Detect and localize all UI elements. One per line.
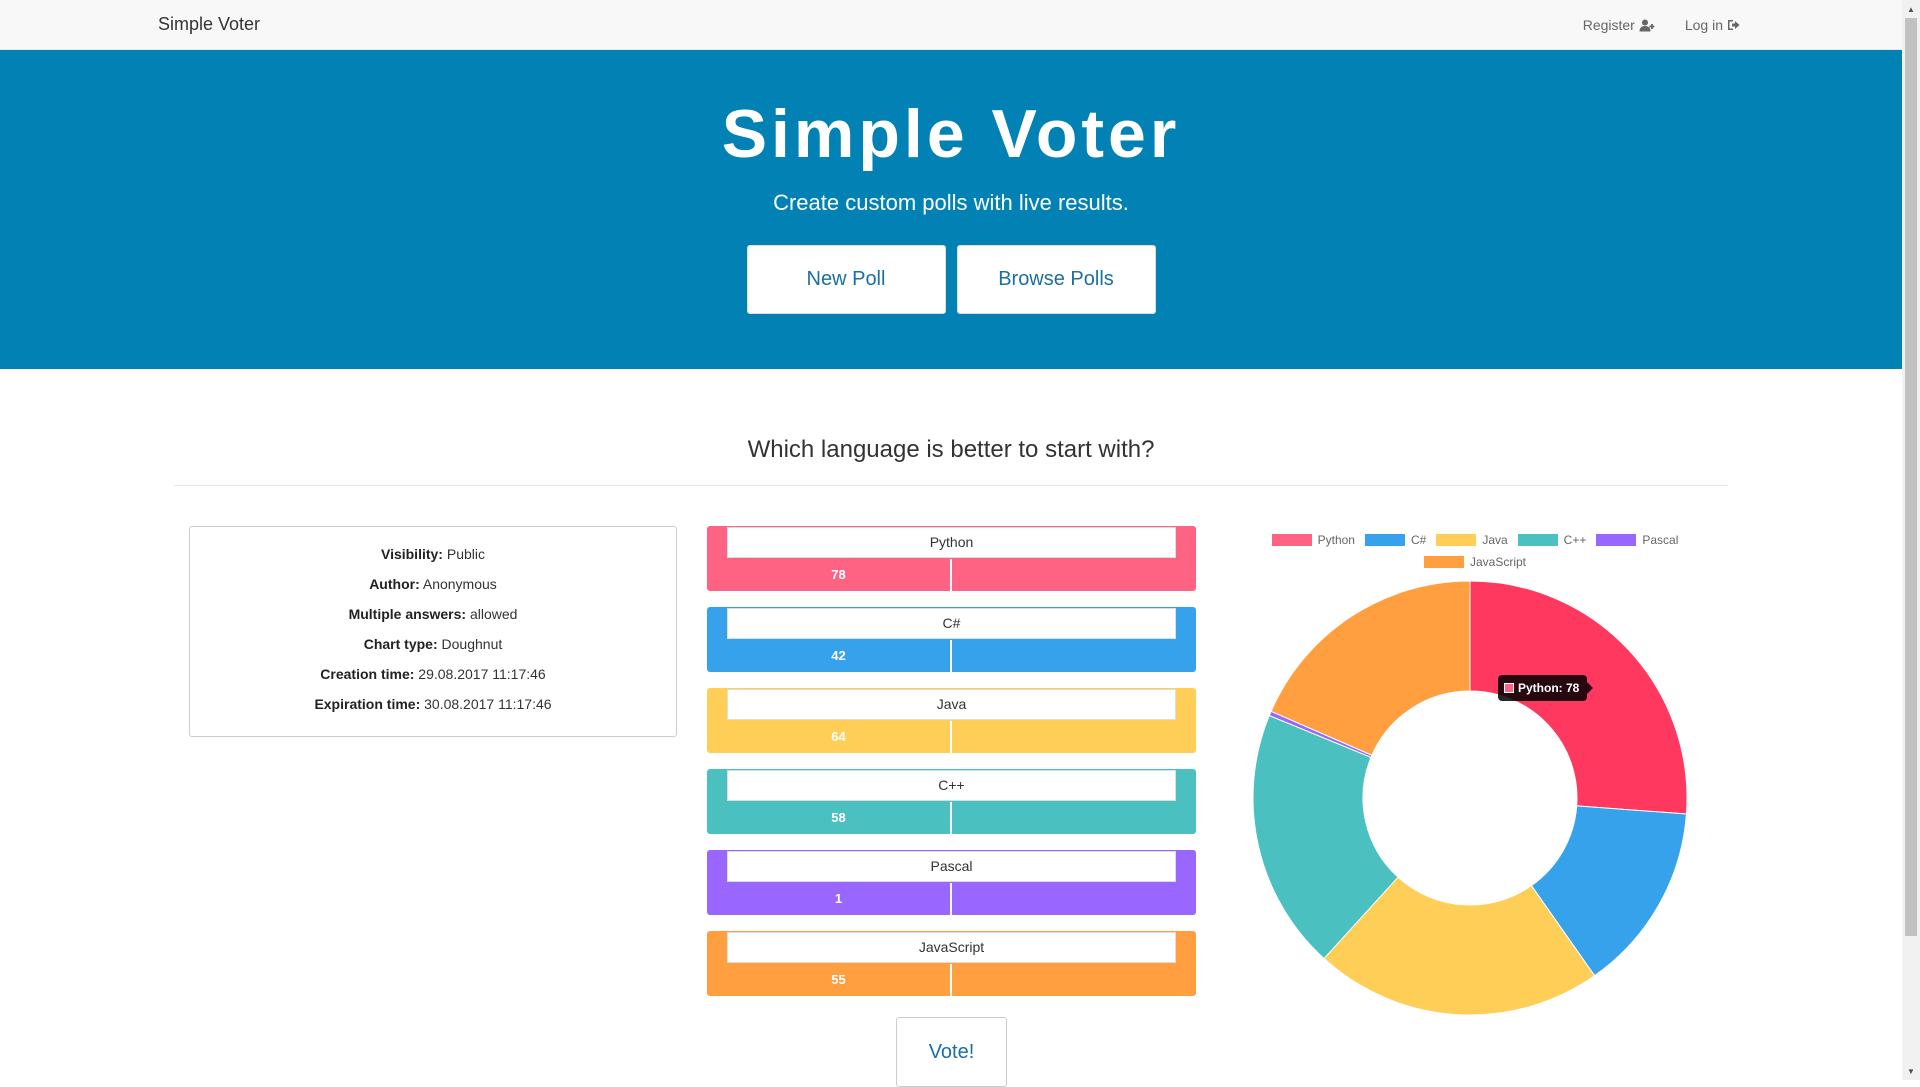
legend-label: Java (1482, 533, 1508, 547)
option-vote-count: 42 (831, 648, 846, 663)
info-key: Visibility: (380, 546, 443, 562)
option-cpp[interactable]: C++ 58 (707, 769, 1196, 834)
legend-swatch (1271, 534, 1312, 546)
info-value: Public (446, 546, 485, 562)
scroll-thumb[interactable] (1905, 18, 1917, 936)
new-poll-button[interactable]: New Poll (746, 245, 946, 314)
legend-label: Python (1317, 533, 1355, 547)
poll-options: Python 78 C# 42 Java 64 C++ 58 Pascal 1 … (707, 526, 1196, 1012)
hero: Simple Voter Create custom polls with li… (0, 50, 1902, 369)
scrollbar[interactable]: ▲ ▼ (1902, 0, 1920, 1080)
hero-buttons: New Poll Browse Polls (0, 245, 1902, 314)
legend-label: C++ (1563, 533, 1587, 547)
info-value: 30.08.2017 11:17:46 (424, 696, 552, 712)
navbar-brand[interactable]: Simple Voter (158, 14, 260, 35)
legend-item[interactable]: C++ (1517, 532, 1587, 548)
info-row-expiration-time: Expiration time: 30.08.2017 11:17:46 (190, 693, 676, 723)
info-row-visibility: Visibility: Public (190, 543, 676, 573)
legend-item[interactable]: JavaScript (1423, 554, 1527, 570)
hero-lead: Create custom polls with live results. (773, 190, 1129, 215)
info-key: Multiple answers: (348, 606, 467, 622)
option-divider (950, 559, 952, 591)
register-label: Register (1582, 17, 1635, 33)
legend-item[interactable]: Pascal (1596, 532, 1678, 548)
legend-item[interactable]: Python (1271, 532, 1355, 548)
info-value: Anonymous (422, 576, 497, 592)
tooltip-swatch (1504, 683, 1514, 693)
login-link[interactable]: Log in (1685, 17, 1740, 33)
info-value: 29.08.2017 11:17:46 (418, 666, 546, 682)
option-vote-count: 58 (831, 810, 846, 825)
option-divider (950, 883, 952, 915)
option-vote-count: 55 (831, 972, 846, 987)
option-divider (950, 640, 952, 672)
option-vote-count: 1 (834, 891, 843, 906)
option-pascal[interactable]: Pascal 1 (707, 850, 1196, 915)
option-label: Java (727, 689, 1176, 720)
option-vote-count: 64 (831, 729, 846, 744)
info-row-creation-time: Creation time: 29.08.2017 11:17:46 (190, 663, 676, 693)
legend-swatch (1596, 534, 1637, 546)
navbar-links: Register Log in (1583, 17, 1740, 33)
scroll-down-icon[interactable]: ▼ (1902, 1062, 1920, 1080)
vote-button[interactable]: Vote! (896, 1017, 1007, 1087)
option-divider (950, 802, 952, 834)
doughnut-chart: Python C# Java C++ Pascal JavaScript Python: … (1240, 520, 1710, 1020)
register-link[interactable]: Register (1583, 17, 1655, 33)
poll-info-box: Visibility: Public Author: Anonymous Mul… (189, 526, 677, 737)
info-key: Chart type: (363, 636, 438, 652)
divider (174, 485, 1728, 486)
info-row-chart-type: Chart type: Doughnut (190, 633, 676, 663)
navbar: Simple Voter Register Log in (0, 0, 1902, 50)
legend-item[interactable]: Java (1436, 532, 1508, 548)
legend-item[interactable]: C# (1364, 532, 1427, 548)
option-divider (950, 721, 952, 753)
info-value: allowed (469, 606, 518, 622)
legend-label: JavaScript (1469, 555, 1527, 569)
option-javascript[interactable]: JavaScript 55 (707, 931, 1196, 996)
option-label: JavaScript (727, 932, 1176, 963)
info-key: Author: (369, 576, 420, 592)
chart-legend: Python C# Java C++ Pascal JavaScript (1240, 532, 1710, 570)
legend-swatch (1364, 534, 1405, 546)
login-label: Log in (1684, 17, 1723, 33)
sign-in-icon (1728, 20, 1740, 30)
scroll-up-icon[interactable]: ▲ (1902, 0, 1920, 18)
browse-polls-button[interactable]: Browse Polls (956, 245, 1156, 314)
chart-tooltip: Python: 78 (1498, 675, 1594, 701)
tooltip-text: Python: 78 (1518, 681, 1580, 695)
info-row-author: Author: Anonymous (190, 573, 676, 603)
option-java[interactable]: Java 64 (707, 688, 1196, 753)
info-key: Expiration time: (314, 696, 421, 712)
legend-swatch (1423, 556, 1464, 568)
option-csharp[interactable]: C# 42 (707, 607, 1196, 672)
chart-svg (1252, 580, 1688, 1016)
option-label: Python (727, 527, 1176, 558)
option-label: C# (727, 608, 1176, 639)
info-value: Doughnut (441, 636, 503, 652)
poll-question: Which language is better to start with? (747, 436, 1155, 463)
legend-swatch (1517, 534, 1558, 546)
option-vote-count: 78 (831, 567, 846, 582)
info-key: Creation time: (320, 666, 415, 682)
hero-title: Simple Voter (721, 96, 1181, 172)
option-divider (950, 964, 952, 996)
legend-label: C# (1410, 533, 1427, 547)
option-label: Pascal (727, 851, 1176, 882)
page: Simple Voter Register Log in Simple Vote… (0, 0, 1902, 1087)
option-label: C++ (727, 770, 1176, 801)
legend-swatch (1436, 534, 1477, 546)
info-row-multiple-answers: Multiple answers: allowed (190, 603, 676, 633)
user-plus-icon (1639, 19, 1655, 31)
legend-label: Pascal (1642, 533, 1679, 547)
option-python[interactable]: Python 78 (707, 526, 1196, 591)
